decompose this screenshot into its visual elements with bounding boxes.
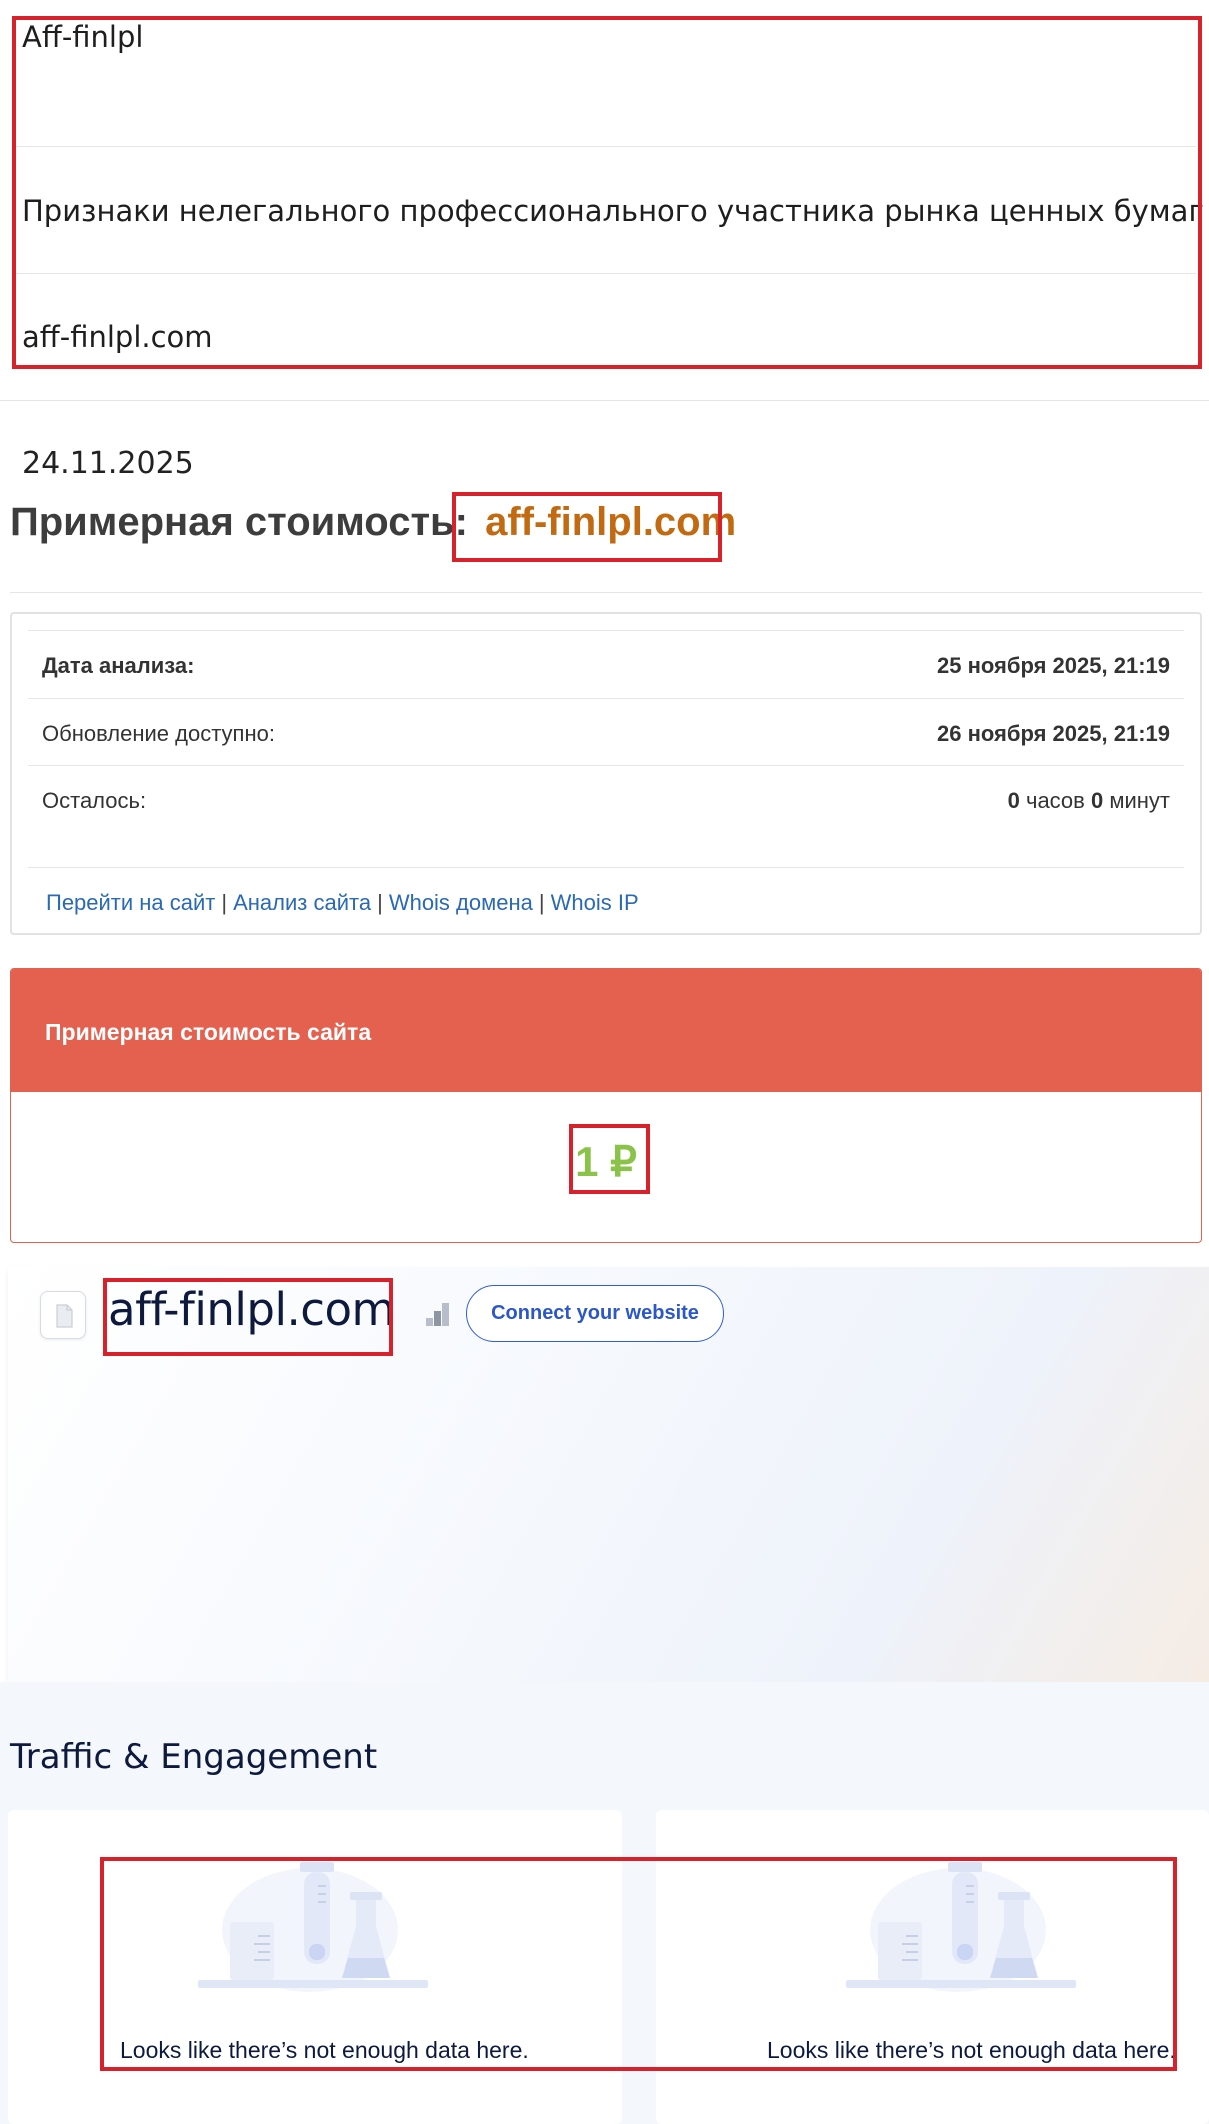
info-label: Дата анализа:	[42, 653, 195, 678]
site-cost-header: Примерная стоимость сайта	[11, 969, 1201, 1092]
time-left-value: 0 часов 0 минут	[1008, 788, 1170, 814]
highlight-box	[12, 16, 1202, 369]
analysis-info-card: Дата анализа: 25 ноября 2025, 21:19 Обно…	[10, 612, 1202, 935]
info-value: 26 ноября 2025, 21:19	[937, 721, 1170, 746]
lab-flasks-icon	[846, 1862, 1076, 1992]
site-cost-title: Примерная стоимость сайта	[45, 1019, 372, 1045]
divider	[14, 273, 1196, 274]
favicon	[40, 1291, 86, 1339]
listing-name: Aff-finlpl	[22, 20, 144, 54]
info-row-analysis-date: Дата анализа: 25 ноября 2025, 21:19	[28, 630, 1184, 697]
info-row-time-left: Осталось: 0 часов 0 минут	[28, 765, 1184, 832]
listing-domain: aff-finlpl.com	[22, 320, 213, 354]
price-heading-domain: aff-finlpl.com	[485, 500, 737, 544]
file-icon	[56, 1304, 73, 1328]
link-site-analysis[interactable]: Анализ сайта	[233, 890, 371, 915]
link-separator: |	[538, 890, 545, 915]
info-label: Осталось:	[42, 788, 147, 813]
rank-bars-icon	[426, 1303, 449, 1326]
link-ip-whois[interactable]: Whois IP	[551, 890, 639, 915]
link-go-to-site[interactable]: Перейти на сайт	[46, 890, 215, 915]
minutes-value: 0	[1090, 788, 1104, 813]
site-cost-value: 1 ₽	[575, 1138, 637, 1185]
site-domain-title: aff-finlpl.com	[108, 1283, 395, 1336]
no-data-message-left: Looks like there’s not enough data here.	[120, 2037, 529, 2063]
listing-category: Признаки нелегального профессионального …	[22, 194, 1204, 228]
site-cost-card: Примерная стоимость сайта 1 ₽	[10, 968, 1202, 1243]
info-label: Обновление доступно:	[42, 721, 275, 746]
info-value: 25 ноября 2025, 21:19	[937, 653, 1170, 678]
link-domain-whois[interactable]: Whois домена	[389, 890, 533, 915]
hours-value: 0	[1007, 788, 1020, 813]
lab-flasks-icon	[198, 1862, 428, 1992]
price-heading-label: Примерная стоимость:	[10, 500, 468, 544]
link-separator: |	[221, 890, 228, 915]
hours-unit: часов	[1025, 788, 1085, 813]
no-data-message-right: Looks like there’s not enough data here.	[767, 2037, 1176, 2063]
minutes-unit: минут	[1109, 788, 1170, 813]
divider	[10, 592, 1202, 593]
traffic-section-title: Traffic & Engagement	[10, 1737, 378, 1777]
divider	[14, 146, 1196, 147]
connect-website-button[interactable]: Connect your website	[466, 1285, 724, 1342]
site-links: Перейти на сайт | Анализ сайта | Whois домен…	[28, 867, 1184, 936]
info-row-update-available: Обновление доступно: 26 ноября 2025, 21:…	[28, 698, 1184, 765]
divider	[0, 400, 1209, 401]
link-separator: |	[377, 890, 383, 915]
price-heading: Примерная стоимость: aff-finlpl.com	[10, 500, 736, 545]
report-date: 24.11.2025	[22, 446, 194, 481]
